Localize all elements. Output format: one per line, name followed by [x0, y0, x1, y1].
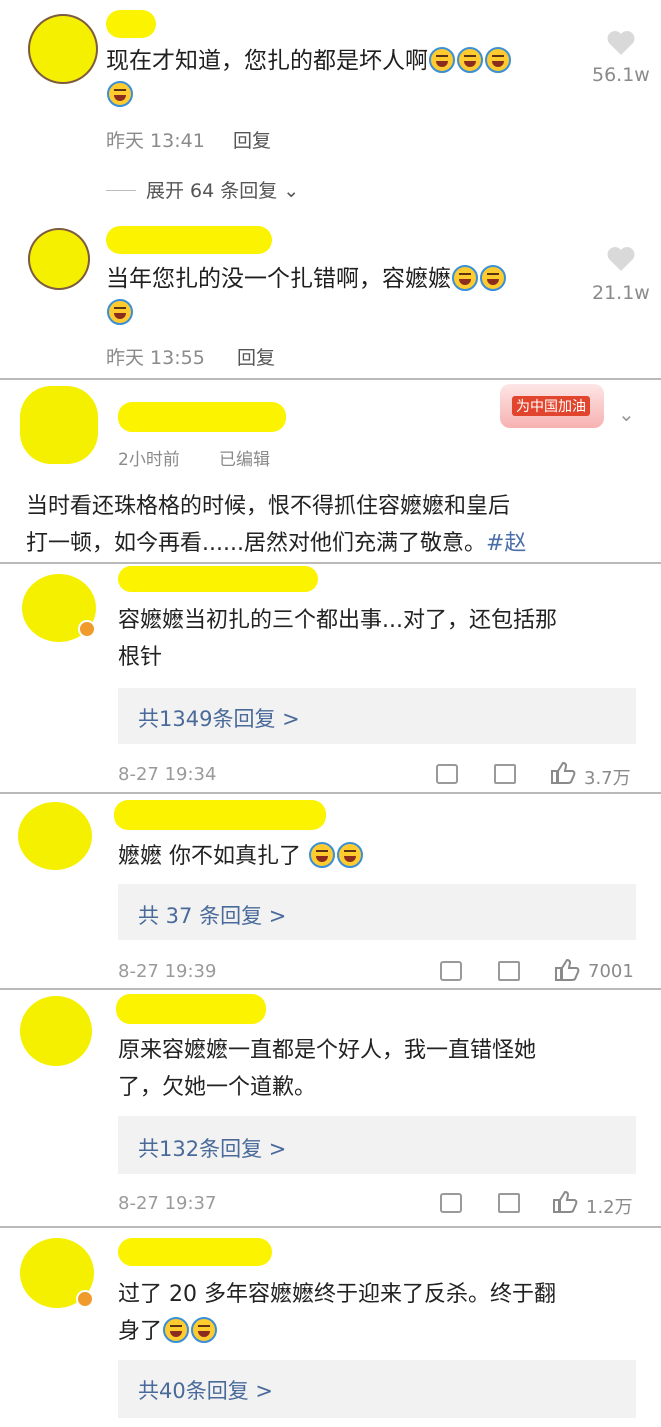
- like-count: 3.7万: [584, 768, 631, 789]
- verified-badge-icon: [76, 1290, 94, 1308]
- like-count: 56.1w: [592, 64, 650, 86]
- laugh-cry-emoji-icon: [163, 1317, 190, 1343]
- heart-icon[interactable]: [606, 30, 636, 56]
- username-redacted[interactable]: [118, 1238, 272, 1266]
- share-icon[interactable]: [436, 764, 458, 784]
- thumbs-up-icon[interactable]: [554, 958, 580, 982]
- username-redacted[interactable]: [106, 10, 156, 38]
- comment-icon[interactable]: [498, 1193, 520, 1213]
- comment-divider: [0, 988, 661, 990]
- comment-time: 昨天 13:55: [106, 347, 205, 369]
- chevron-down-icon[interactable]: ⌄: [618, 402, 635, 426]
- heart-icon[interactable]: [606, 246, 636, 272]
- verified-badge-icon: [78, 620, 96, 638]
- avatar[interactable]: [18, 802, 92, 870]
- like-count: 7001: [588, 961, 634, 982]
- comment-text: 过了 20 多年容嬷嬷终于迎来了反杀。终于翻 身了: [118, 1282, 556, 1344]
- comment-text: 嬷嬷 你不如真扎了: [118, 838, 638, 875]
- comment-text: 现在才知道，您扎的都是坏人啊: [106, 44, 576, 112]
- comment-icon[interactable]: [494, 764, 516, 784]
- view-replies-link[interactable]: 共1349条回复 >: [138, 703, 300, 733]
- edited-label: 已编辑: [219, 450, 270, 470]
- laugh-cry-emoji-icon: [480, 265, 506, 291]
- username-redacted[interactable]: [114, 800, 326, 830]
- comment-time: 8-27 19:37: [118, 1193, 217, 1214]
- expand-replies[interactable]: 展开 64 条回复 ⌄: [106, 176, 299, 203]
- avatar[interactable]: [28, 228, 90, 290]
- username-redacted[interactable]: [116, 994, 266, 1024]
- laugh-cry-emoji-icon: [191, 1317, 218, 1343]
- like-count: 21.1w: [592, 282, 650, 304]
- post-text: 当时看还珠格格的时候，恨不得抓住容嬷嬷和皇后 打一顿，如今再看......居然对…: [26, 494, 527, 556]
- avatar[interactable]: [20, 386, 98, 464]
- share-icon[interactable]: [440, 961, 462, 981]
- comment-time: 8-27 19:34: [118, 764, 217, 785]
- badge-label: 为中国加油: [512, 396, 590, 416]
- laugh-cry-emoji-icon: [457, 47, 483, 73]
- comment-divider: [0, 792, 661, 794]
- section-divider: [0, 562, 661, 564]
- laugh-cry-emoji-icon: [107, 299, 133, 325]
- laugh-cry-emoji-icon: [337, 842, 363, 868]
- comment-divider: [0, 1226, 661, 1228]
- thumbs-up-icon[interactable]: [550, 761, 576, 785]
- post-time: 2小时前: [118, 450, 180, 470]
- username-redacted[interactable]: [118, 402, 286, 432]
- comment-time: 8-27 19:39: [118, 961, 217, 982]
- reply-button[interactable]: 回复: [233, 126, 271, 153]
- chevron-down-icon: ⌄: [277, 180, 300, 202]
- comment-icon[interactable]: [498, 961, 520, 981]
- like-count: 1.2万: [586, 1197, 633, 1218]
- username-redacted[interactable]: [106, 226, 272, 254]
- view-replies-link[interactable]: 共 37 条回复 >: [138, 900, 286, 930]
- view-replies-link[interactable]: 共40条回复 >: [138, 1375, 273, 1405]
- laugh-cry-emoji-icon: [485, 47, 511, 73]
- comment-text: 容嬷嬷当初扎的三个都出事...对了，还包括那 根针: [118, 608, 557, 670]
- reply-button[interactable]: 回复: [237, 343, 275, 370]
- laugh-cry-emoji-icon: [309, 842, 335, 868]
- comment-time: 昨天 13:41: [106, 130, 205, 152]
- comment-text: 原来容嬷嬷一直都是个好人，我一直错怪她 了，欠她一个道歉。: [118, 1038, 537, 1100]
- view-replies-link[interactable]: 共132条回复 >: [138, 1133, 286, 1163]
- hashtag-link[interactable]: #赵: [486, 531, 526, 556]
- thumbs-up-icon[interactable]: [552, 1190, 578, 1214]
- laugh-cry-emoji-icon: [107, 81, 133, 107]
- avatar[interactable]: [28, 14, 98, 84]
- username-redacted[interactable]: [118, 566, 318, 592]
- share-icon[interactable]: [440, 1193, 462, 1213]
- section-divider: [0, 378, 661, 380]
- comment-text: 当年您扎的没一个扎错啊，容嬷嬷: [106, 262, 576, 330]
- avatar[interactable]: [20, 996, 92, 1066]
- laugh-cry-emoji-icon: [429, 47, 455, 73]
- badge-image: 为中国加油: [500, 384, 604, 428]
- laugh-cry-emoji-icon: [452, 265, 478, 291]
